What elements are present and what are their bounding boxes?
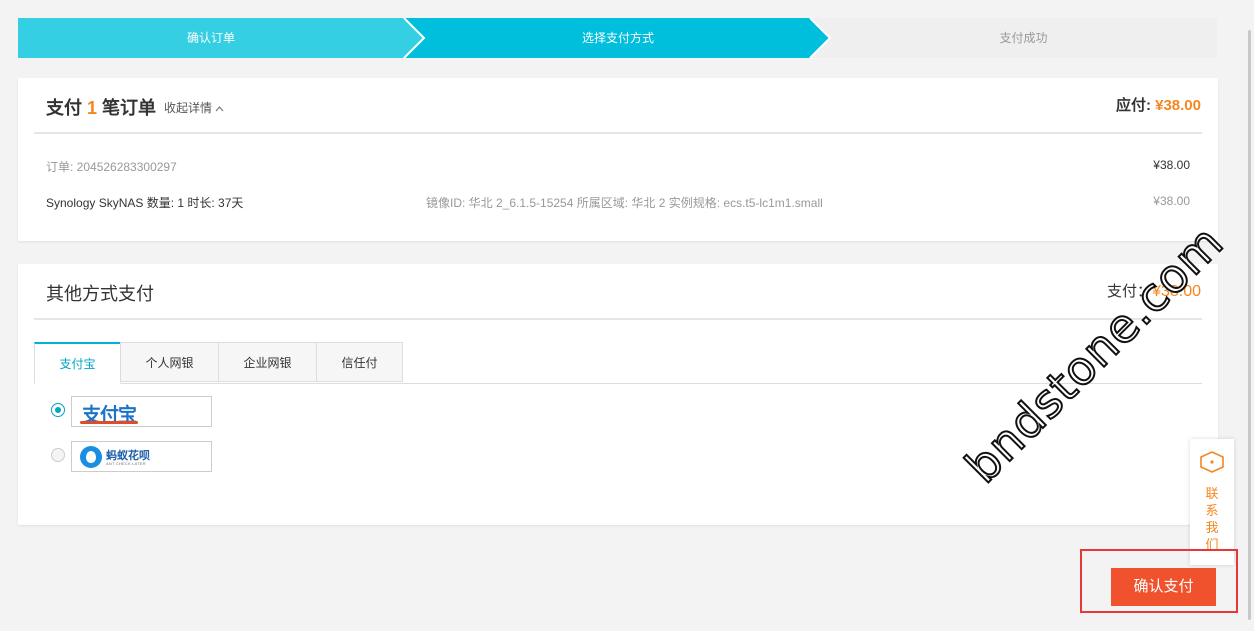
huabei-logo-icon	[80, 446, 102, 468]
tab-alipay[interactable]: 支付宝	[34, 342, 121, 384]
payment-total-value: ¥38.00	[1152, 283, 1201, 300]
product-spec: 镜像ID: 华北 2_6.1.5-15254 所属区域: 华北 2 实例规格: …	[426, 196, 823, 210]
order-count: 1	[87, 98, 98, 118]
payment-total-label: 支付：	[1107, 283, 1153, 300]
collapse-details-label: 收起详情	[164, 101, 213, 115]
order-id: 订单: 204526283300297	[46, 160, 177, 174]
tab-trust-pay[interactable]: 信任付	[316, 342, 403, 382]
chat-hexagon-icon	[1200, 451, 1224, 473]
step-payment-success: 支付成功	[999, 31, 1048, 45]
alipay-radio[interactable]	[51, 403, 65, 417]
huabei-radio[interactable]	[51, 448, 65, 462]
other-payment-title: 其他方式支付	[46, 284, 154, 304]
contact-us-widget[interactable]: 联系我们	[1190, 439, 1234, 565]
divider	[34, 318, 1202, 320]
title-suffix: 笔订单	[102, 98, 157, 118]
step-confirm-order: 确认订单	[186, 31, 235, 45]
contact-us-label: 联系我们	[1205, 486, 1219, 552]
amount-due-label: 应付:	[1115, 97, 1151, 114]
collapse-details-link[interactable]: 收起详情	[164, 99, 224, 116]
alipay-option[interactable]: 支付宝	[71, 396, 212, 427]
payment-tabs: 支付宝 个人网银 企业网银 信任付	[34, 342, 1202, 384]
tab-personal-bank[interactable]: 个人网银	[120, 342, 219, 382]
checkout-steps: 确认订单 选择支付方式 支付成功	[18, 18, 1217, 58]
product-info: Synology SkyNAS 数量: 1 时长: 37天	[46, 196, 244, 210]
product-amount: ¥38.00	[1153, 194, 1190, 208]
tab-enterprise-bank[interactable]: 企业网银	[218, 342, 317, 382]
order-summary-card: 支付 1 笔订单 收起详情 应付: ¥38.00 订单: 20452628330…	[18, 78, 1218, 241]
payment-total: 支付：¥38.00	[1107, 280, 1201, 301]
confirm-payment-button[interactable]: 确认支付	[1111, 568, 1216, 606]
page-scrollbar[interactable]	[1248, 30, 1251, 620]
huabei-logo-subtitle: ANT CHECK LATER	[106, 461, 146, 466]
other-payment-card: 其他方式支付 支付：¥38.00 支付宝 个人网银 企业网银 信任付 支付宝 蚂…	[18, 264, 1218, 525]
alipay-logo: 支付宝	[79, 400, 139, 427]
order-count-title: 支付 1 笔订单	[46, 94, 156, 120]
divider	[34, 132, 1202, 134]
amount-due-value: ¥38.00	[1155, 97, 1201, 114]
amount-due: 应付: ¥38.00	[1116, 94, 1201, 115]
title-prefix: 支付	[46, 98, 82, 118]
order-amount: ¥38.00	[1153, 158, 1190, 172]
chevron-up-icon	[215, 103, 224, 115]
step-select-payment: 选择支付方式	[581, 31, 654, 45]
huabei-option[interactable]: 蚂蚁花呗 ANT CHECK LATER	[71, 441, 212, 472]
